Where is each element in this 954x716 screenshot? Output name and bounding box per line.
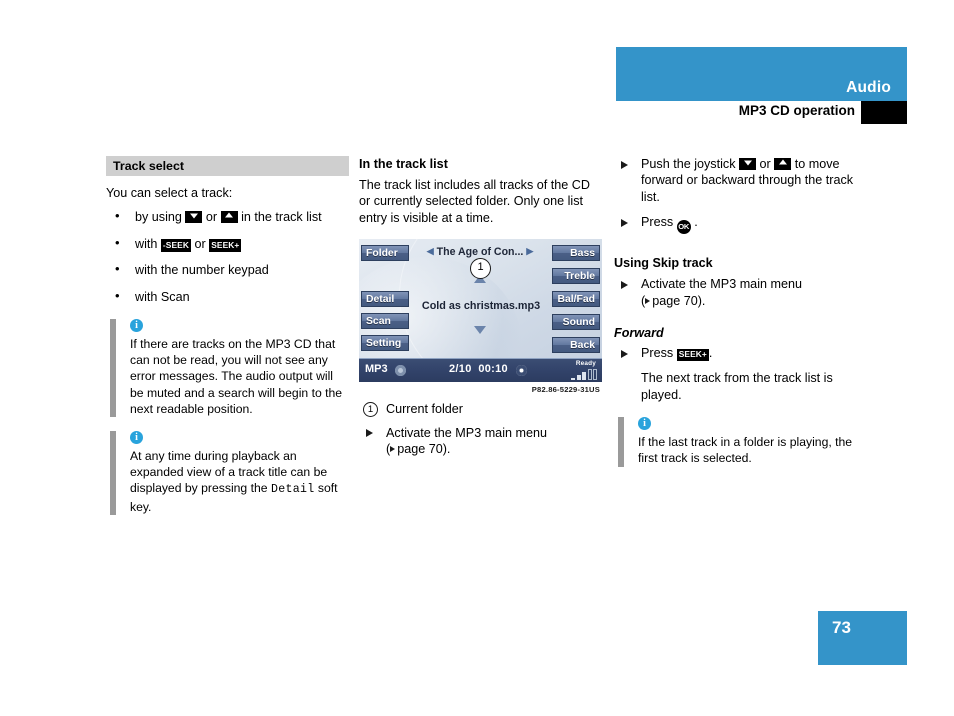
info-icon: i [130,431,143,445]
ok-button-icon: OK [676,220,691,235]
scroll-down-indicator-icon [474,326,486,335]
header-subtitle: MP3 CD operation [738,103,855,118]
list-item: with Scan [106,288,349,305]
current-folder-row: ◀ The Age of Con... ▶ [415,246,545,258]
page-title: Audio [846,79,891,96]
bullet-prefix: by using [135,210,182,225]
info-note-detail-softkey: i At any time during playback an expande… [110,431,349,515]
left-column: Track select You can select a track: by … [106,156,349,515]
softkey-setting[interactable]: Setting [361,335,409,352]
softkey-back[interactable]: Back [552,337,600,354]
seek-forward-icon: SEEK+ [676,348,709,362]
status-track-time: 2/10 00:10 [449,363,508,375]
step-text-after: . [708,346,713,361]
current-track-name: Cold as christmas.mp3 [421,300,541,313]
callout-legend-1: 1 Current folder [359,401,602,418]
step-text: Activate the MP3 main menu [641,277,802,292]
info-icon: i [638,417,651,431]
info-icon: i [130,319,143,333]
status-ready-label: Ready [575,360,596,368]
step-text-before: Push the joystick [641,157,736,171]
joystick-up-icon [774,158,792,170]
step-text-before: Press [641,215,674,230]
bullet-mid: or [205,210,218,225]
bullet-suffix: in the track list [241,210,322,225]
joystick-down-icon [185,211,203,224]
info-note-last-track: i If the last track in a folder is playi… [618,417,857,467]
status-elapsed-time: 00:10 [478,363,508,376]
heading-in-the-track-list: In the track list [359,157,448,171]
softkey-scan[interactable]: Scan [361,313,409,330]
header-black-marker [861,101,907,124]
callout-legend-number: 1 [363,402,378,418]
intro-text: You can select a track: [106,186,233,200]
note-side-bar [110,431,116,515]
softkey-folder[interactable]: Folder [361,245,409,262]
joystick-down-icon [739,158,756,170]
info-note-unreadable-tracks: i If there are tracks on the MP3 CD that… [110,319,349,418]
bullet-mid: or [194,236,206,251]
chevron-right-icon[interactable]: ▶ [526,246,533,256]
step-text-before: Press [641,346,674,361]
seek-back-icon: -SEEK [160,239,192,252]
note-text: At any time during playback an expanded … [130,448,349,515]
note-side-bar [618,417,624,467]
step-text: Activate the MP3 main menu [386,425,547,440]
step-activate-mp3-main-menu: Activate the MP3 main menu (page 70). [359,425,602,458]
heading-using-skip-track: Using Skip track [614,256,713,271]
signal-bars-icon [571,369,597,381]
mp3-display-screen: Folder Detail Scan Setting Bass Treble B… [359,239,602,383]
playback-dot-icon [516,365,527,377]
section-heading-track-select: Track select [106,156,349,176]
bullet-prefix: with [135,236,158,251]
page-reference[interactable]: page 70 [652,294,698,308]
step-text-after: . [694,215,698,230]
middle-column: In the track list The track list include… [359,156,602,466]
step-press-seek-forward: Press SEEK+. [614,345,857,362]
page-ref-arrow-icon [645,297,651,304]
track-select-bullet-list: by using or in the track list with -SEEK… [106,208,349,305]
right-column: Push the joystick or to move forward or … [614,156,857,467]
step-push-joystick: Push the joystick or to move forward or … [614,156,857,205]
mp3-display-figure: Folder Detail Scan Setting Bass Treble B… [359,239,602,394]
step-result-next-track: The next track from the track list is pl… [641,371,833,402]
disc-icon [395,365,406,377]
page-number: 73 [832,618,851,637]
current-folder-name: The Age of Con... [436,246,524,259]
softkey-detail[interactable]: Detail [361,291,409,308]
header-subtitle-row: MP3 CD operation [616,101,907,124]
display-status-bar: MP3 2/10 00:10 Ready [359,358,602,383]
note-side-bar [110,319,116,418]
list-item: with the number keypad [106,261,349,278]
status-track-number: 2/10 [449,363,472,376]
heading-forward: Forward [614,326,664,341]
softkey-bass[interactable]: Bass [552,245,600,262]
softkey-sound[interactable]: Sound [552,314,600,331]
status-source-label: MP3 [365,363,388,376]
note-text: If there are tracks on the MP3 CD that c… [130,337,343,416]
step-activate-mp3-main-menu: Activate the MP3 main menu (page 70). [614,276,857,309]
detail-softkey-name: Detail [270,483,315,497]
page-number-box: 73 [818,611,907,665]
track-list-paragraph: The track list includes all tracks of th… [359,178,590,225]
list-item: with -SEEK or SEEK+ [106,235,349,252]
callout-legend-label: Current folder [386,402,463,417]
page-reference[interactable]: page 70 [397,442,443,456]
list-item: by using or in the track list [106,208,349,225]
softkey-treble[interactable]: Treble [552,268,600,285]
header-band: Audio [616,47,907,101]
seek-forward-icon: SEEK+ [209,239,242,252]
page-ref-arrow-icon [390,446,396,453]
step-press-ok: Press OK . [614,214,857,235]
note-text: If the last track in a folder is playing… [638,435,853,466]
softkey-bal-fad[interactable]: Bal/Fad [552,291,600,308]
step-text-mid: or [759,157,771,171]
figure-caption: P82.86-5229-31US [531,385,600,395]
chevron-left-icon[interactable]: ◀ [427,246,434,256]
joystick-up-icon [220,211,238,224]
